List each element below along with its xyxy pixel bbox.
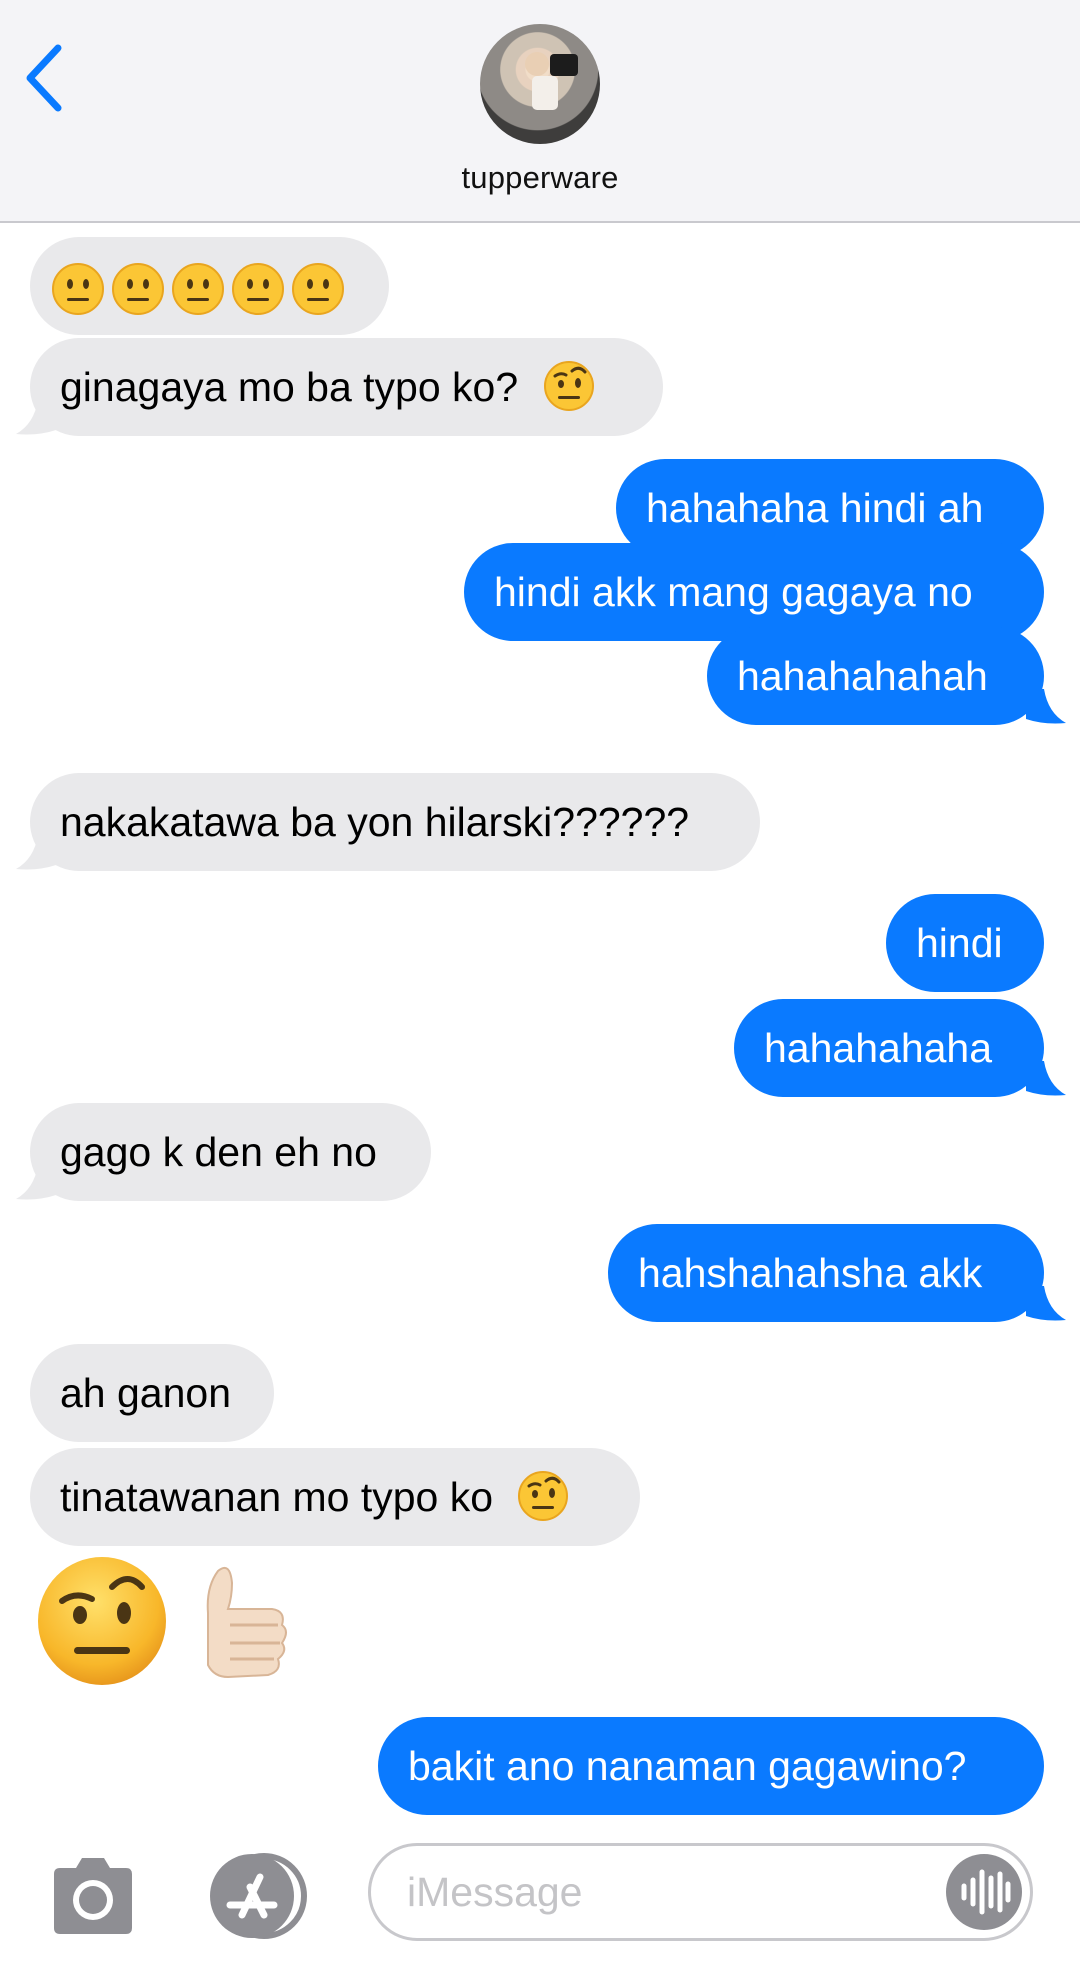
thumbs-up-emoji[interactable] bbox=[174, 1553, 314, 1693]
neutral-face-emoji-row bbox=[50, 240, 360, 338]
contact-avatar[interactable] bbox=[480, 24, 600, 144]
bubble-tail bbox=[1026, 1286, 1066, 1321]
imessage-placeholder: iMessage bbox=[407, 1869, 583, 1915]
raised-eyebrow-emoji bbox=[543, 361, 594, 412]
received-message[interactable]: tinatawanan mo typo ko bbox=[30, 1448, 640, 1546]
message-text: nakakatawa ba yon hilarski?????? bbox=[60, 799, 690, 845]
sent-message[interactable]: hahahahahah bbox=[707, 627, 1044, 725]
received-message[interactable] bbox=[30, 237, 389, 335]
message-text: hahahahaha bbox=[764, 1025, 993, 1071]
received-message[interactable]: ah ganon bbox=[30, 1344, 274, 1442]
neutral-face-icon bbox=[52, 263, 104, 316]
message-text: hahahaha hindi ah bbox=[646, 485, 984, 531]
sent-message[interactable]: hindi bbox=[886, 894, 1044, 992]
bubble-tail bbox=[16, 1165, 56, 1200]
bubble-tail bbox=[1026, 689, 1066, 724]
message-text: tinatawanan mo typo ko bbox=[60, 1474, 494, 1520]
compose-bar: iMessage bbox=[0, 1823, 1080, 1973]
message-list: ginagaya mo ba typo ko? hahahaha hindi a… bbox=[0, 223, 1080, 1823]
bubble-tail bbox=[16, 835, 56, 870]
bubble-tail bbox=[16, 400, 56, 435]
raised-eyebrow-emoji[interactable] bbox=[34, 1553, 170, 1689]
raised-eyebrow-emoji bbox=[518, 1471, 569, 1522]
sent-message[interactable]: hahshahahsha akk bbox=[608, 1224, 1044, 1322]
message-text: ah ganon bbox=[60, 1370, 232, 1416]
camera-icon[interactable] bbox=[46, 1856, 140, 1936]
received-message[interactable]: gago k den eh no bbox=[30, 1103, 431, 1201]
bubble-tail bbox=[1026, 1061, 1066, 1096]
received-message[interactable]: ginagaya mo ba typo ko? bbox=[30, 338, 663, 436]
sent-message[interactable]: hahahahaha bbox=[734, 999, 1044, 1097]
message-text: hindi bbox=[916, 920, 1003, 966]
app-store-icon[interactable] bbox=[202, 1851, 312, 1941]
message-text: hindi akk mang gagaya no bbox=[494, 569, 973, 615]
chevron-left-icon[interactable] bbox=[22, 38, 72, 118]
message-text: ginagaya mo ba typo ko? bbox=[60, 364, 519, 410]
audio-waveform-icon[interactable] bbox=[944, 1852, 1024, 1932]
received-message[interactable]: nakakatawa ba yon hilarski?????? bbox=[30, 773, 760, 871]
imessage-input[interactable]: iMessage bbox=[368, 1843, 1033, 1941]
message-text: hahshahahsha akk bbox=[638, 1250, 983, 1296]
message-text: gago k den eh no bbox=[60, 1129, 377, 1175]
message-text: bakit ano nanaman gagawino? bbox=[408, 1743, 967, 1789]
conversation-header: tupperware bbox=[0, 0, 1080, 223]
contact-name[interactable]: tupperware bbox=[0, 160, 1080, 196]
message-text: hahahahahah bbox=[737, 653, 988, 699]
sent-message[interactable]: bakit ano nanaman gagawino? bbox=[378, 1717, 1044, 1815]
